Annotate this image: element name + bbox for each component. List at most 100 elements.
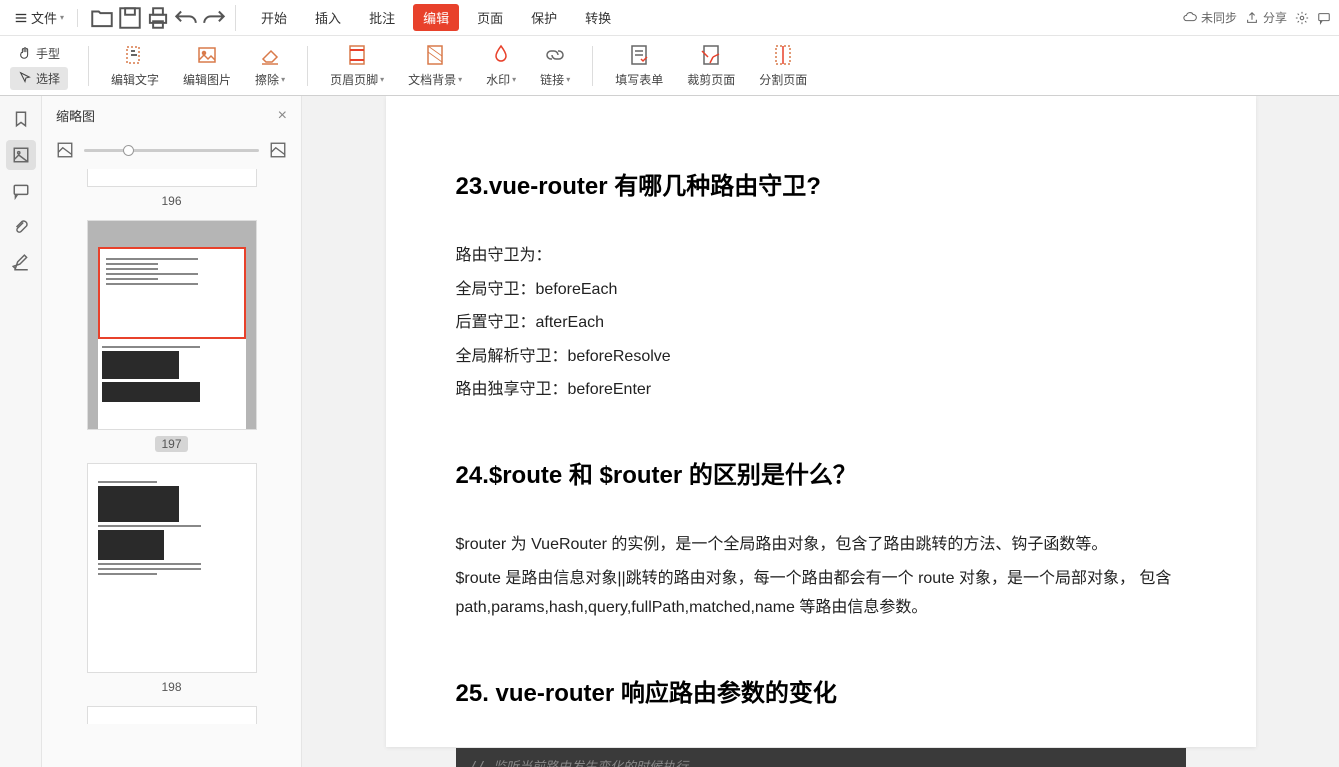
share-icon bbox=[1245, 11, 1259, 25]
hand-icon bbox=[18, 46, 32, 60]
paragraph[interactable]: 路由独享守卫：beforeEnter bbox=[456, 375, 1186, 405]
header-footer-button[interactable]: 页眉页脚▾ bbox=[318, 39, 396, 93]
zoom-slider[interactable] bbox=[84, 149, 259, 152]
chevron-down-icon: ▾ bbox=[281, 75, 285, 84]
page-number: 197 bbox=[155, 436, 187, 452]
slider-handle[interactable] bbox=[123, 145, 134, 156]
signature-panel-button[interactable] bbox=[6, 248, 36, 278]
ribbon-label: 编辑图片 bbox=[183, 71, 231, 88]
paragraph[interactable]: $router 为 VueRouter 的实例，是一个全局路由对象，包含了路由跳… bbox=[456, 530, 1186, 560]
document-area[interactable]: 23.vue-router 有哪几种路由守卫? 路由守卫为： 全局守卫：befo… bbox=[302, 96, 1339, 767]
watermark-icon bbox=[489, 43, 513, 67]
attachment-panel-button[interactable] bbox=[6, 212, 36, 242]
page-number: 198 bbox=[155, 679, 187, 695]
crop-page-button[interactable]: 裁剪页面 bbox=[675, 39, 747, 93]
code-block[interactable]: // 监听当前路由发生变化的时候执行 bbox=[456, 748, 1186, 767]
header-footer-icon bbox=[345, 43, 369, 67]
split-icon bbox=[771, 43, 795, 67]
menu-bar: 文件 ▾ 开始 插入 批注 编辑 页面 保护 转换 未同步 分享 bbox=[0, 0, 1339, 36]
comment-panel-button[interactable] bbox=[6, 176, 36, 206]
edit-image-button[interactable]: 编辑图片 bbox=[171, 39, 243, 93]
paragraph[interactable]: 全局守卫：beforeEach bbox=[456, 275, 1186, 305]
ribbon-label: 裁剪页面 bbox=[687, 71, 735, 88]
share-button[interactable]: 分享 bbox=[1245, 9, 1287, 26]
zoom-in-icon[interactable] bbox=[269, 141, 287, 159]
fill-form-button[interactable]: 填写表单 bbox=[603, 39, 675, 93]
document-page[interactable]: 23.vue-router 有哪几种路由守卫? 路由守卫为： 全局守卫：befo… bbox=[386, 96, 1256, 747]
tab-annotate[interactable]: 批注 bbox=[359, 4, 405, 31]
hand-label: 手型 bbox=[36, 45, 60, 62]
tab-protect[interactable]: 保护 bbox=[521, 4, 567, 31]
thumbnail-page-198[interactable]: 198 bbox=[72, 463, 271, 696]
select-mode[interactable]: 选择 bbox=[10, 67, 68, 90]
divider bbox=[77, 9, 78, 27]
erase-button[interactable]: 擦除▾ bbox=[243, 39, 297, 93]
open-icon[interactable] bbox=[89, 5, 115, 31]
bookmark-panel-button[interactable] bbox=[6, 104, 36, 134]
paragraph[interactable]: 全局解析守卫：beforeResolve bbox=[456, 342, 1186, 372]
ribbon-label: 文档背景 bbox=[408, 71, 456, 88]
zoom-out-icon[interactable] bbox=[56, 141, 74, 159]
close-icon[interactable]: × bbox=[278, 107, 287, 125]
redo-icon[interactable] bbox=[201, 5, 227, 31]
settings-button[interactable] bbox=[1295, 11, 1309, 25]
section-24: 24.$route 和 $router 的区别是什么？ $router 为 Vu… bbox=[456, 455, 1186, 623]
file-label: 文件 bbox=[31, 8, 57, 27]
cursor-icon bbox=[18, 71, 32, 85]
thumbnail-list[interactable]: 196 bbox=[42, 169, 301, 767]
feedback-button[interactable] bbox=[1317, 11, 1331, 25]
heading-23[interactable]: 23.vue-router 有哪几种路由守卫? bbox=[456, 166, 1186, 201]
chevron-down-icon: ▾ bbox=[60, 13, 64, 22]
heading-24[interactable]: 24.$route 和 $router 的区别是什么？ bbox=[456, 455, 1186, 490]
ribbon-label: 编辑文字 bbox=[111, 71, 159, 88]
page-number: 196 bbox=[155, 193, 187, 209]
thumbnail-panel-button[interactable] bbox=[6, 140, 36, 170]
watermark-button[interactable]: 水印▾ bbox=[474, 39, 528, 93]
print-icon[interactable] bbox=[145, 5, 171, 31]
body-area: 缩略图 × 196 bbox=[0, 96, 1339, 767]
paragraph[interactable]: $route 是路由信息对象||跳转的路由对象，每一个路由都会有一个 route… bbox=[456, 564, 1186, 623]
menubar-left: 文件 ▾ 开始 插入 批注 编辑 页面 保护 转换 bbox=[8, 4, 621, 31]
edit-text-button[interactable]: 编辑文字 bbox=[99, 39, 171, 93]
tab-insert[interactable]: 插入 bbox=[305, 4, 351, 31]
thumbnail-page-196[interactable]: 196 bbox=[72, 169, 271, 210]
link-button[interactable]: 链接▾ bbox=[528, 39, 582, 93]
paragraph[interactable]: 路由守卫为： bbox=[456, 241, 1186, 271]
hamburger-icon bbox=[14, 11, 28, 25]
divider bbox=[307, 46, 308, 86]
file-menu[interactable]: 文件 ▾ bbox=[8, 5, 70, 30]
background-icon bbox=[423, 43, 447, 67]
thumbnail-panel: 缩略图 × 196 bbox=[42, 96, 302, 767]
comment-icon bbox=[12, 182, 30, 200]
ribbon-label: 擦除 bbox=[255, 71, 279, 88]
undo-icon[interactable] bbox=[173, 5, 199, 31]
thumbnail-icon bbox=[12, 146, 30, 164]
quick-actions bbox=[89, 5, 236, 31]
gear-icon bbox=[1295, 11, 1309, 25]
sync-status[interactable]: 未同步 bbox=[1183, 9, 1237, 26]
doc-bg-button[interactable]: 文档背景▾ bbox=[396, 39, 474, 93]
heading-25[interactable]: 25. vue-router 响应路由参数的变化 bbox=[456, 673, 1186, 708]
ribbon-label: 页眉页脚 bbox=[330, 71, 378, 88]
section-23: 23.vue-router 有哪几种路由守卫? 路由守卫为： 全局守卫：befo… bbox=[456, 166, 1186, 405]
thumbnail-title: 缩略图 bbox=[56, 106, 95, 125]
ribbon-toolbar: 手型 选择 编辑文字 编辑图片 擦除▾ 页眉页脚▾ 文档背景▾ 水印▾ 链接▾ … bbox=[0, 36, 1339, 96]
ribbon-label: 水印 bbox=[486, 71, 510, 88]
thumbnail-page-197[interactable]: 197 bbox=[72, 220, 271, 453]
save-icon[interactable] bbox=[117, 5, 143, 31]
tab-edit[interactable]: 编辑 bbox=[413, 4, 459, 31]
tab-page[interactable]: 页面 bbox=[467, 4, 513, 31]
chevron-down-icon: ▾ bbox=[380, 75, 384, 84]
link-icon bbox=[543, 43, 567, 67]
tab-start[interactable]: 开始 bbox=[251, 4, 297, 31]
share-label: 分享 bbox=[1263, 9, 1287, 26]
divider bbox=[88, 46, 89, 86]
split-page-button[interactable]: 分割页面 bbox=[747, 39, 819, 93]
bookmark-icon bbox=[12, 110, 30, 128]
tab-convert[interactable]: 转换 bbox=[575, 4, 621, 31]
paragraph[interactable]: 后置守卫：afterEach bbox=[456, 308, 1186, 338]
paperclip-icon bbox=[12, 218, 30, 236]
thumbnail-page-199[interactable] bbox=[72, 706, 271, 724]
hand-mode[interactable]: 手型 bbox=[10, 42, 68, 65]
icon-sidebar bbox=[0, 96, 42, 767]
